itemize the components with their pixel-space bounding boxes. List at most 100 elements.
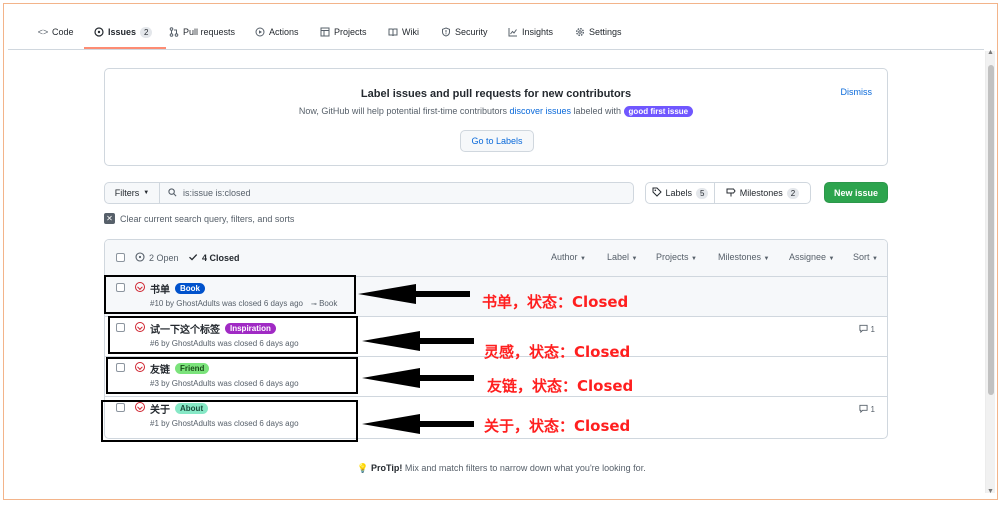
book-icon bbox=[388, 27, 398, 37]
tab-code-label: Code bbox=[52, 27, 74, 37]
comment-count[interactable]: 1 bbox=[858, 404, 875, 415]
select-all-checkbox[interactable] bbox=[116, 253, 125, 262]
closed-issues-filter[interactable]: 4 Closed bbox=[188, 252, 240, 264]
clear-search-link[interactable]: ✕ Clear current search query, filters, a… bbox=[104, 213, 294, 224]
pull-request-icon bbox=[169, 27, 179, 37]
open-count-label: 2 Open bbox=[149, 253, 179, 263]
shield-icon bbox=[441, 27, 451, 37]
projects-filter-menu[interactable]: Projects ▼ bbox=[656, 252, 697, 262]
tab-issues[interactable]: Issues 2 bbox=[94, 23, 153, 41]
banner-title: Label issues and pull requests for new c… bbox=[360, 88, 632, 100]
tab-actions-label: Actions bbox=[269, 27, 299, 37]
tab-security-label: Security bbox=[455, 27, 488, 37]
scroll-up-icon[interactable]: ▲ bbox=[987, 49, 994, 56]
caret-down-icon: ▼ bbox=[763, 256, 770, 262]
open-issues-filter[interactable]: 2 Open bbox=[135, 252, 179, 264]
lightbulb-icon: 💡 bbox=[357, 463, 369, 473]
labels-count-badge: 5 bbox=[696, 187, 709, 199]
tab-insights-label: Insights bbox=[522, 27, 554, 37]
comment-count[interactable]: 1 bbox=[858, 324, 875, 335]
tab-wiki[interactable]: Wiki bbox=[388, 23, 419, 41]
clear-search-label: Clear current search query, filters, and… bbox=[120, 213, 295, 224]
new-issue-button[interactable]: New issue bbox=[824, 182, 888, 203]
closed-count-label: 4 Closed bbox=[202, 253, 240, 263]
milestones-count-badge: 2 bbox=[786, 187, 800, 199]
banner-description: Now, GitHub will help potential first-ti… bbox=[105, 106, 887, 117]
annotation-arrow-icon bbox=[358, 284, 470, 304]
sort-menu[interactable]: Sort ▼ bbox=[853, 252, 878, 262]
check-icon bbox=[188, 252, 198, 264]
sort-label: Sort bbox=[853, 252, 870, 262]
comment-icon bbox=[858, 404, 868, 415]
tab-issues-label: Issues bbox=[108, 27, 137, 37]
tab-projects[interactable]: Projects bbox=[320, 23, 367, 41]
protip-bold: ProTip! bbox=[371, 463, 403, 473]
go-to-labels-button[interactable]: Go to Labels bbox=[460, 130, 534, 152]
good-first-issue-badge[interactable]: good first issue bbox=[623, 106, 694, 117]
play-icon bbox=[255, 27, 265, 37]
discover-issues-link[interactable]: discover issues bbox=[509, 106, 571, 116]
milestones-button[interactable]: Milestones 2 bbox=[714, 182, 811, 204]
comment-icon bbox=[858, 324, 868, 335]
scroll-thumb[interactable] bbox=[988, 65, 994, 395]
protip: 💡 ProTip! Mix and match filters to narro… bbox=[0, 463, 1003, 474]
tab-actions[interactable]: Actions bbox=[255, 23, 299, 41]
comment-count-value: 1 bbox=[870, 405, 875, 414]
milestones-label: Milestones bbox=[739, 188, 783, 198]
annotation-arrow-icon bbox=[362, 368, 474, 388]
caret-down-icon: ▼ bbox=[143, 190, 150, 196]
annotation-text: 灵感，状态：Closed bbox=[484, 343, 631, 361]
table-icon bbox=[320, 27, 330, 37]
annotation-text: 书单，状态：Closed bbox=[482, 293, 629, 311]
tab-code[interactable]: <> Code bbox=[38, 23, 74, 41]
search-query-value: is:issue is:closed bbox=[183, 188, 251, 198]
filters-label: Filters bbox=[114, 188, 140, 198]
assignee-filter-label: Assignee bbox=[789, 252, 827, 262]
banner-text: Now, GitHub will help potential first-ti… bbox=[298, 106, 510, 116]
tab-settings[interactable]: Settings bbox=[575, 23, 622, 41]
annotation-box bbox=[104, 275, 356, 314]
annotation-box bbox=[108, 316, 358, 354]
graph-icon bbox=[508, 27, 518, 37]
annotation-box bbox=[106, 357, 358, 394]
annotation-text: 友链，状态：Closed bbox=[487, 377, 634, 395]
gear-icon bbox=[575, 27, 585, 37]
milestones-filter-menu[interactable]: Milestones ▼ bbox=[718, 252, 770, 262]
caret-down-icon: ▼ bbox=[631, 256, 638, 262]
tab-wiki-label: Wiki bbox=[402, 27, 419, 37]
label-filter-menu[interactable]: Label ▼ bbox=[607, 252, 638, 262]
tab-projects-label: Projects bbox=[334, 27, 367, 37]
comment-count-value: 1 bbox=[870, 325, 875, 334]
protip-text: Mix and match filters to narrow down wha… bbox=[402, 463, 646, 473]
banner-text-after: labeled with bbox=[571, 106, 624, 116]
page-scrollbar[interactable]: ▲ ▼ bbox=[985, 49, 995, 495]
annotation-text: 关于，状态：Closed bbox=[484, 417, 631, 435]
close-icon: ✕ bbox=[104, 213, 115, 224]
scroll-down-icon[interactable]: ▼ bbox=[987, 488, 994, 495]
tab-pull-requests[interactable]: Pull requests bbox=[169, 23, 235, 41]
labels-label: Labels bbox=[665, 188, 693, 198]
caret-down-icon: ▼ bbox=[580, 256, 586, 262]
tab-insights[interactable]: Insights bbox=[508, 23, 553, 41]
issue-icon bbox=[94, 27, 104, 37]
tab-security[interactable]: Security bbox=[441, 23, 488, 41]
annotation-box bbox=[101, 400, 358, 442]
code-icon: <> bbox=[37, 27, 49, 37]
tag-icon bbox=[652, 187, 662, 199]
milestones-filter-label: Milestones bbox=[718, 252, 762, 262]
issue-search-input[interactable]: is:issue is:closed bbox=[159, 182, 634, 204]
labels-button[interactable]: Labels 5 bbox=[645, 182, 715, 204]
filters-button[interactable]: Filters ▼ bbox=[104, 182, 160, 204]
issues-list-header: 2 Open 4 Closed Author ▼ Label ▼ Project… bbox=[105, 240, 887, 277]
assignee-filter-menu[interactable]: Assignee ▼ bbox=[789, 252, 835, 262]
dismiss-link[interactable]: Dismiss bbox=[841, 87, 873, 97]
author-filter-label: Author bbox=[551, 252, 578, 262]
search-icon bbox=[168, 187, 177, 199]
caret-down-icon: ▼ bbox=[872, 256, 878, 262]
projects-filter-label: Projects bbox=[656, 252, 689, 262]
caret-down-icon: ▼ bbox=[691, 256, 697, 262]
author-filter-menu[interactable]: Author ▼ bbox=[551, 252, 586, 262]
label-contributors-banner: Label issues and pull requests for new c… bbox=[104, 68, 888, 166]
label-filter-label: Label bbox=[607, 252, 630, 262]
milestone-icon bbox=[726, 187, 736, 199]
